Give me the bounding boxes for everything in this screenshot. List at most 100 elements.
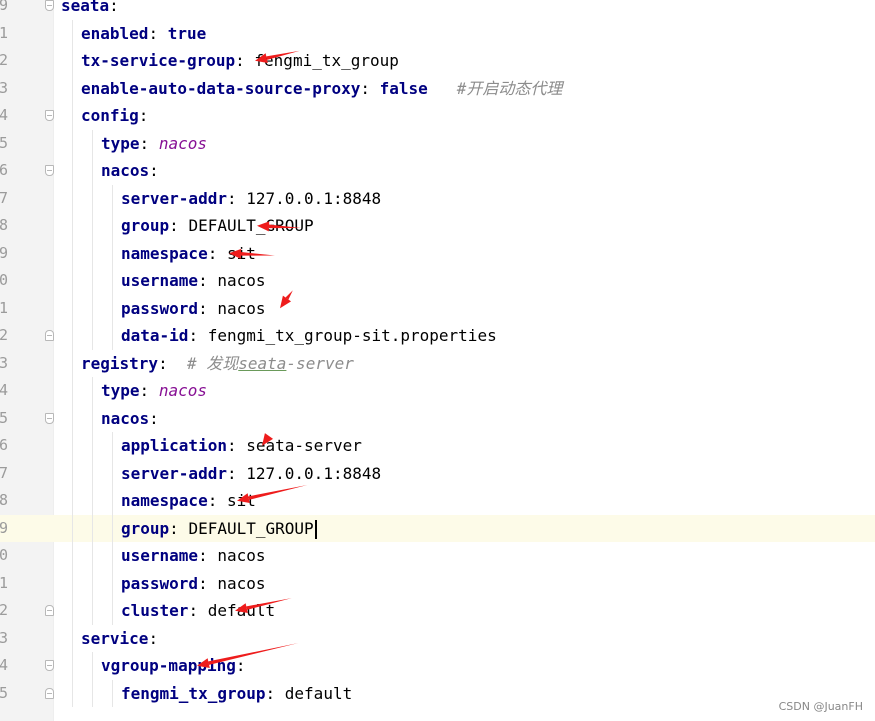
yaml-value: default [207, 601, 276, 620]
line-number: 0 [0, 546, 8, 564]
line-number: 9 [0, 0, 8, 14]
yaml-key: data-id [121, 326, 189, 345]
fold-toggle-icon[interactable] [45, 0, 54, 11]
code-text: enabled: true [81, 20, 206, 48]
code-line[interactable]: 9 seata: [0, 0, 875, 20]
fold-end-icon[interactable] [45, 330, 54, 341]
code-line[interactable]: 7 server-addr: 127.0.0.1:8848 [0, 460, 875, 488]
code-text: tx-service-group: fengmi_tx_group [81, 47, 399, 75]
yaml-key: password [121, 573, 199, 593]
code-line[interactable]: 2 data-id: fengmi_tx_group-sit.properties [0, 322, 875, 350]
indent-guide [92, 652, 93, 707]
fold-toggle-icon[interactable] [45, 660, 54, 671]
code-text: enable-auto-data-source-proxy: false #开启… [81, 75, 562, 103]
colon: : [188, 601, 199, 620]
code-line[interactable]: 3 enable-auto-data-source-proxy: false #开… [0, 75, 875, 103]
colon: : [188, 326, 199, 345]
yaml-key: enable-auto-data-source-proxy [81, 78, 361, 98]
indent-guide [92, 377, 93, 625]
code-editor[interactable]: 9 seata: 1 enabled: true 2 tx-service-group: … [0, 0, 875, 721]
code-line[interactable]: 5 type: nacos [0, 130, 875, 158]
yaml-comment: # 发现seata-server [186, 353, 354, 373]
line-number: 9 [0, 514, 8, 542]
line-number: 7 [0, 463, 8, 482]
yaml-value: sit [226, 243, 256, 263]
yaml-key: registry [81, 353, 159, 373]
code-line[interactable]: 8 namespace: sit [0, 487, 875, 515]
line-number: 6 [0, 161, 8, 179]
colon: : [198, 271, 208, 290]
yaml-key: username [121, 271, 199, 290]
yaml-key: namespace [121, 243, 208, 263]
yaml-value: nacos [217, 573, 266, 593]
code-text: password: nacos [121, 295, 266, 323]
yaml-value: sit [226, 491, 256, 510]
yaml-key: namespace [121, 491, 208, 510]
colon: : [207, 491, 218, 510]
code-line[interactable]: 7 server-addr: 127.0.0.1:8848 [0, 185, 875, 213]
text-caret [314, 519, 317, 539]
fold-toggle-icon[interactable] [45, 412, 54, 424]
line-number: 9 [0, 243, 8, 262]
code-line[interactable]: 9 namespace: sit [0, 240, 875, 268]
code-line[interactable]: 1 password: nacos [0, 570, 875, 598]
code-text: type: nacos [101, 130, 207, 158]
fold-end-icon[interactable] [45, 687, 54, 699]
fold-toggle-icon[interactable] [45, 110, 54, 121]
code-line[interactable]: 3 service: [0, 625, 875, 653]
code-line[interactable]: 9 group: DEFAULT_GROUP [0, 514, 875, 543]
line-number: 2 [0, 326, 8, 344]
line-number: 5 [0, 408, 8, 427]
code-line[interactable]: 4 vgroup-mapping: [0, 652, 875, 680]
line-number: 1 [0, 573, 8, 592]
code-line[interactable]: 1 password: nacos [0, 295, 875, 323]
code-text: config: [81, 102, 148, 130]
yaml-value: seata-server [246, 436, 362, 455]
code-text: group: DEFAULT_GROUP [121, 515, 317, 543]
line-number: 4 [0, 381, 8, 399]
code-line[interactable]: 4 config: [0, 102, 875, 130]
code-line[interactable]: 5 fengmi_tx_group: default [0, 680, 875, 708]
code-line[interactable]: 6 nacos: [0, 157, 875, 185]
code-text: password: nacos [121, 570, 266, 598]
colon: : [226, 188, 237, 208]
yaml-key: config [81, 106, 139, 125]
code-line[interactable]: 2 cluster: default [0, 597, 875, 625]
fold-toggle-icon[interactable] [45, 165, 54, 176]
code-text: namespace: sit [121, 240, 256, 268]
code-text: nacos: [101, 405, 159, 433]
yaml-key: vgroup-mapping [101, 656, 236, 675]
yaml-value: DEFAULT_GROUP [188, 216, 314, 235]
code-text: server-addr: 127.0.0.1:8848 [121, 185, 381, 213]
code-line[interactable]: 1 enabled: true [0, 20, 875, 48]
code-text: vgroup-mapping: [101, 652, 246, 680]
line-number: 5 [0, 683, 8, 702]
colon: : [235, 51, 245, 70]
colon: : [158, 353, 168, 373]
code-text: application: seata-server [121, 432, 362, 460]
colon: : [169, 216, 179, 235]
line-number: 4 [0, 106, 8, 124]
yaml-key: type [101, 133, 140, 153]
yaml-key: server-addr [121, 463, 227, 483]
code-line[interactable]: 0 username: nacos [0, 542, 875, 570]
yaml-value: nacos [217, 298, 266, 318]
colon: : [198, 546, 208, 565]
code-line[interactable]: 3 registry: # 发现seata-server [0, 350, 875, 378]
fold-end-icon[interactable] [45, 605, 54, 616]
code-text: type: nacos [101, 377, 207, 405]
code-line[interactable]: 6 application: seata-server [0, 432, 875, 460]
line-number: 7 [0, 188, 8, 207]
line-number: 2 [0, 51, 8, 69]
colon: : [139, 133, 150, 153]
colon: : [149, 408, 159, 428]
code-line[interactable]: 8 group: DEFAULT_GROUP [0, 212, 875, 240]
code-line[interactable]: 2 tx-service-group: fengmi_tx_group [0, 47, 875, 75]
line-number: 3 [0, 353, 8, 372]
code-line[interactable]: 4 type: nacos [0, 377, 875, 405]
code-text: registry: # 发现seata-server [81, 350, 354, 378]
colon: : [226, 463, 237, 483]
yaml-value: fengmi_tx_group [254, 51, 399, 70]
code-line[interactable]: 5 nacos: [0, 405, 875, 433]
code-line[interactable]: 0 username: nacos [0, 267, 875, 295]
